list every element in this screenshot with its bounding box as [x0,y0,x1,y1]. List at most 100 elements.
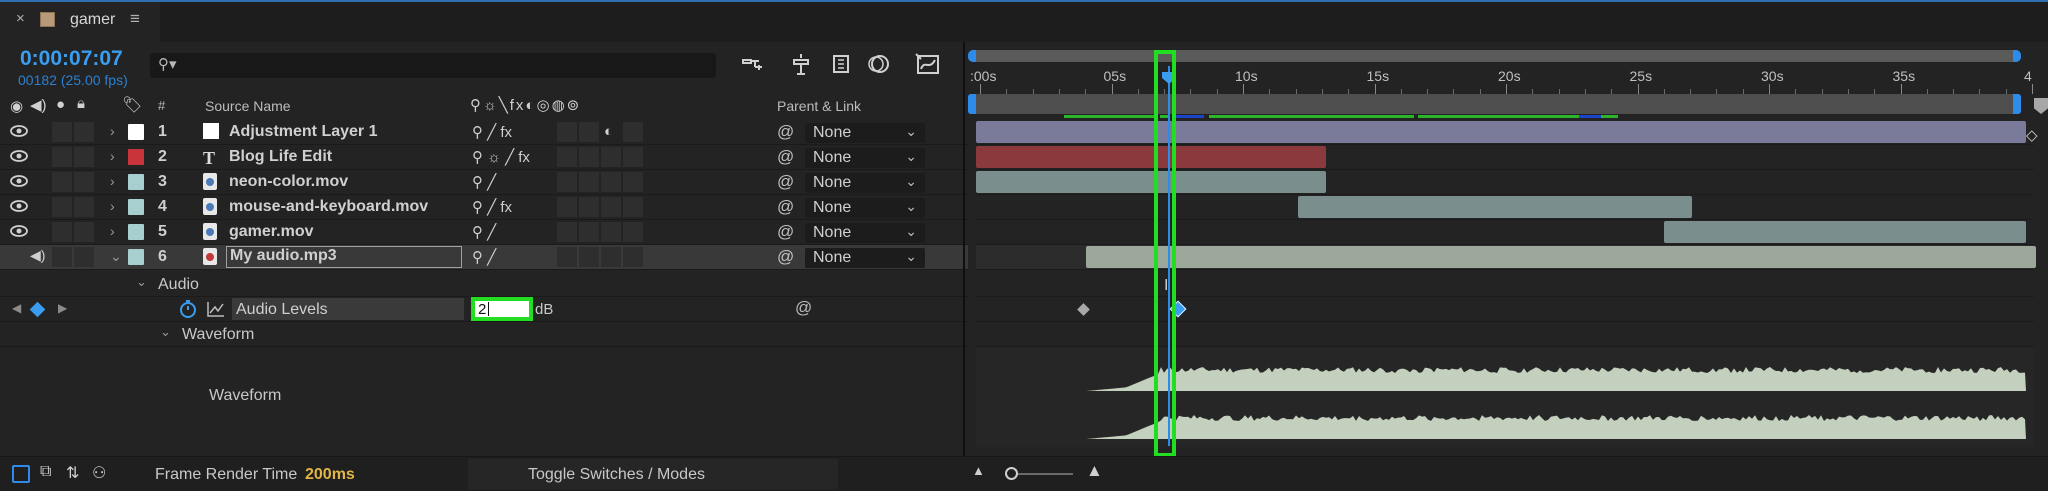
parent-dropdown[interactable]: None ⌄ [805,123,925,143]
layer-duration-bar[interactable] [1664,221,2026,243]
switch-cell[interactable] [557,147,577,167]
keyframe-toggle-icon[interactable] [29,301,46,318]
layer-duration-bar[interactable] [1298,196,1692,218]
lock-column-icon[interactable]: 🔒︎ [77,95,85,112]
switch-cell[interactable] [557,172,577,192]
draft-3d-icon[interactable] [740,54,766,76]
expand-layer-chevron-icon[interactable]: › [110,198,115,214]
layer-row[interactable]: › 3 neon-color.mov ⚲ ╱ @ None ⌄ [0,170,968,195]
layer-row[interactable]: › 1 Adjustment Layer 1 ⚲ ╱ fx ◐ @ None ⌄ [0,120,968,145]
layer-duration-bar[interactable] [976,121,2026,143]
lock-switch[interactable] [74,147,94,167]
layer-duration-bar[interactable] [1086,246,2036,268]
timeline-side-icon[interactable]: ◇ [2026,126,2038,144]
layer-duration-bar[interactable] [976,146,1326,168]
current-time-display[interactable]: 0:00:07:07 [20,47,123,71]
solo-switch[interactable] [52,122,72,142]
time-ruler[interactable]: :00s 05s 10s 15s 20s 25s 30s 35s 4 [968,66,2034,94]
switch-cell[interactable] [557,247,577,267]
switch-cell[interactable] [623,247,643,267]
lock-switch[interactable] [74,172,94,192]
layer-label-color[interactable] [128,174,144,190]
graph-editor-icon[interactable] [915,52,941,76]
parent-pickwhip-icon[interactable]: @ [777,197,794,217]
work-area-start-handle[interactable] [968,94,976,114]
work-area-end-handle[interactable] [2013,94,2021,114]
parent-dropdown[interactable]: None ⌄ [805,173,925,193]
next-keyframe-icon[interactable]: ▶ [58,301,67,315]
parent-link-column-header[interactable]: Parent & Link [777,98,861,114]
zoom-in-icon[interactable]: ▲ [1086,461,1103,481]
layer-switches[interactable]: ⚲ ╱ fx [472,123,512,141]
switch-cell[interactable] [623,222,643,242]
switch-cell[interactable] [601,247,621,267]
tab-menu-icon[interactable]: ≡ [130,9,140,29]
source-name-column-header[interactable]: Source Name [205,98,291,114]
zoom-slider-thumb[interactable] [1005,467,1018,480]
layer-label-color[interactable] [128,249,144,265]
switch-cell[interactable] [579,172,599,192]
label-column-icon[interactable]: 🏷︎ [122,95,142,115]
switch-cell[interactable] [579,222,599,242]
navigator-start-handle[interactable] [968,50,976,62]
lock-switch[interactable] [74,247,94,267]
parent-pickwhip-icon[interactable]: @ [777,122,794,142]
time-navigator[interactable] [968,50,2021,62]
layer-name[interactable]: mouse-and-keyboard.mov [229,198,428,216]
switch-cell[interactable] [623,172,643,192]
search-input[interactable] [186,55,706,75]
switch-cell[interactable] [579,197,599,217]
lock-switch[interactable] [74,197,94,217]
lock-switch[interactable] [74,122,94,142]
expand-layer-chevron-icon[interactable]: › [110,123,115,139]
audio-group-chevron-icon[interactable]: ⌄ [136,274,147,290]
visibility-eye-icon[interactable] [10,199,30,215]
waveform-group-chevron-icon[interactable]: ⌄ [160,324,171,340]
switch-cell[interactable] [623,122,643,142]
parent-dropdown[interactable]: None ⌄ [805,248,925,268]
visibility-eye-icon[interactable] [10,224,30,240]
expand-layer-chevron-icon[interactable]: › [110,148,115,164]
layer-switches[interactable]: ⚲ ☼ ╱ fx [472,148,530,166]
switch-cell[interactable] [601,222,621,242]
switch-cell[interactable] [601,172,621,192]
close-tab-icon[interactable]: × [16,10,25,27]
layer-label-color[interactable] [128,124,144,140]
layer-name[interactable]: My audio.mp3 [226,246,462,268]
expand-layer-chevron-icon[interactable]: ⌄ [110,248,122,265]
timeline-zoom-slider[interactable] [1005,467,1073,480]
layer-row[interactable]: › 5 gamer.mov ⚲ ╱ @ None ⌄ [0,220,968,245]
expand-layer-chevron-icon[interactable]: › [110,173,115,189]
layer-name[interactable]: Blog Life Edit [229,148,332,166]
video-switch-column-icon[interactable]: ◉ [10,97,23,115]
parent-pickwhip-icon[interactable]: @ [777,222,794,242]
switch-cell[interactable] [601,197,621,217]
layer-switches[interactable]: ⚲ ╱ [472,223,496,241]
layer-duration-bar[interactable] [976,171,1326,193]
solo-switch[interactable] [52,197,72,217]
flowchart-icon[interactable]: ⧉ [40,463,51,481]
comp-navigator-icon[interactable] [12,465,30,483]
layer-switches[interactable]: ⚲ ╱ [472,248,496,266]
layer-name[interactable]: neon-color.mov [229,173,348,191]
parent-dropdown[interactable]: None ⌄ [805,223,925,243]
graph-toggle-icon[interactable] [206,300,226,318]
layer-search-field[interactable]: ⚲▾ [150,53,716,78]
layer-name[interactable]: Adjustment Layer 1 [229,123,377,141]
parent-pickwhip-icon[interactable]: @ [777,247,794,267]
waveform-group-row[interactable]: ⌄ Waveform [0,322,968,347]
previous-keyframe-icon[interactable]: ◀ [12,301,21,315]
parent-pickwhip-icon[interactable]: @ [777,147,794,167]
layer-row[interactable]: › 2 T Blog Life Edit ⚲ ☼ ╱ fx @ None ⌄ [0,145,968,170]
frame-blending-icon[interactable] [830,52,854,76]
audio-switch-column-icon[interactable]: ◀) [30,96,47,114]
audio-toggle-icon[interactable]: ◀) [30,247,50,263]
work-area-bar[interactable] [968,94,2021,114]
switch-cell[interactable] [557,222,577,242]
visibility-eye-icon[interactable] [10,124,30,140]
switch-cell[interactable] [557,197,577,217]
parent-pickwhip-icon[interactable]: @ [777,172,794,192]
switch-cell[interactable] [623,197,643,217]
audio-levels-value-field[interactable]: 2 [471,297,533,321]
layer-row[interactable]: › 4 mouse-and-keyboard.mov ⚲ ╱ fx @ None… [0,195,968,220]
